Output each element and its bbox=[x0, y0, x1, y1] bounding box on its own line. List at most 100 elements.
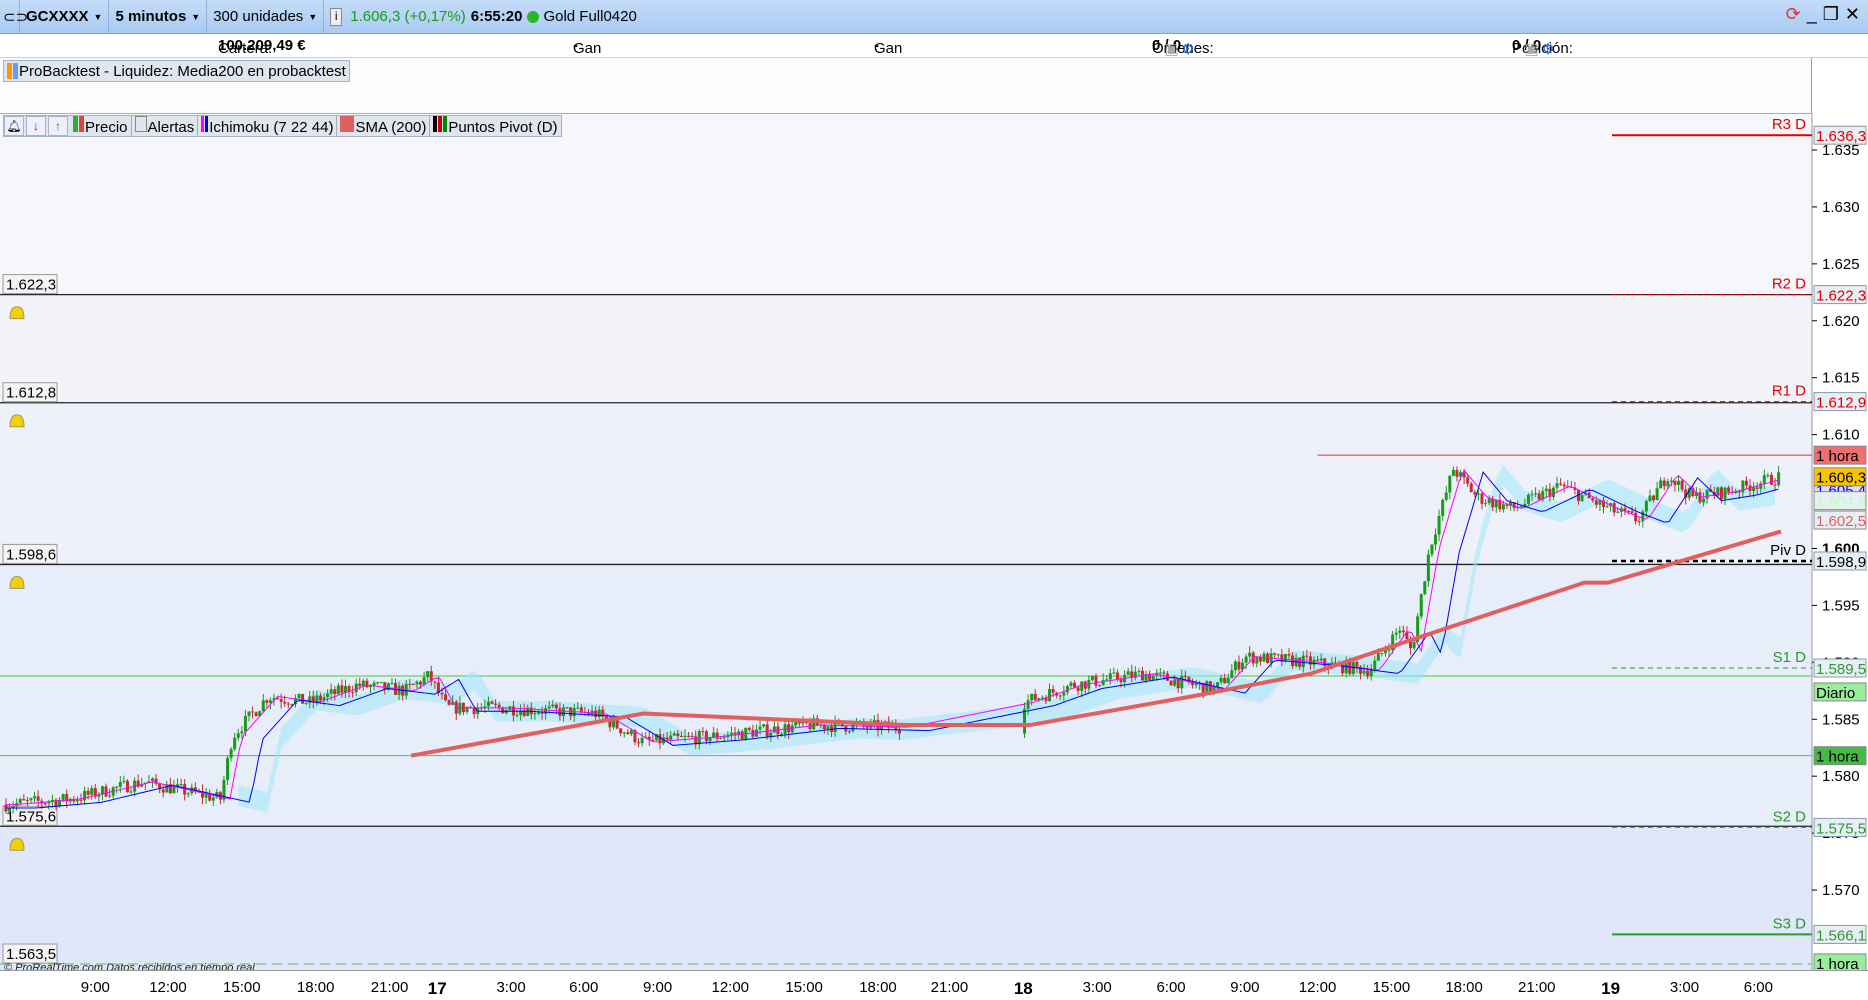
candle bbox=[440, 692, 444, 695]
candle bbox=[372, 682, 376, 686]
sell-arrow-icon[interactable]: ↓ bbox=[26, 116, 46, 136]
candle bbox=[665, 737, 669, 740]
candle bbox=[1305, 655, 1309, 657]
candle bbox=[415, 681, 419, 685]
candle bbox=[1580, 494, 1584, 501]
candle bbox=[1255, 657, 1259, 664]
alert-zone bbox=[0, 402, 1812, 565]
candle bbox=[433, 681, 437, 683]
candle bbox=[336, 685, 340, 695]
alert-zone bbox=[0, 826, 1812, 970]
candle bbox=[1233, 661, 1237, 671]
candle bbox=[1380, 653, 1384, 655]
candle bbox=[497, 704, 501, 708]
gear-icon[interactable]: ⚙ bbox=[1541, 40, 1554, 58]
candle bbox=[851, 723, 855, 732]
probacktest-tag[interactable]: ProBacktest - Liquidez: Media200 en prob… bbox=[3, 60, 350, 82]
buy-arrow-icon[interactable]: ↑ bbox=[48, 116, 68, 136]
candle bbox=[544, 708, 548, 714]
candle bbox=[8, 808, 12, 812]
time-tick-label: 15:00 bbox=[785, 979, 823, 996]
candle bbox=[1773, 484, 1777, 486]
price-chart[interactable]: 1.6351.6301.6251.6201.6151.6101.6001.595… bbox=[0, 114, 1868, 970]
candle bbox=[1137, 670, 1141, 672]
candle bbox=[1444, 492, 1448, 500]
candle bbox=[1476, 493, 1480, 495]
candle bbox=[1237, 661, 1241, 670]
pivot-label: R3 D bbox=[1772, 116, 1806, 133]
candle bbox=[1319, 658, 1323, 661]
candle bbox=[354, 683, 358, 693]
pivot-label: S1 D bbox=[1773, 649, 1807, 666]
candle bbox=[1065, 685, 1069, 693]
candle bbox=[1448, 475, 1452, 493]
candle bbox=[1398, 630, 1402, 633]
candle bbox=[1430, 544, 1434, 555]
candle bbox=[1480, 493, 1484, 504]
candle bbox=[419, 681, 423, 685]
candle bbox=[547, 706, 551, 709]
timeframe-select[interactable]: 5 minutos ▼ bbox=[109, 0, 208, 34]
time-tick-label: 6:00 bbox=[569, 979, 599, 996]
refresh-icon[interactable]: ⟳ bbox=[1786, 4, 1801, 25]
candle bbox=[18, 799, 22, 804]
close-icon[interactable]: ✕ bbox=[1845, 4, 1860, 25]
candle bbox=[515, 715, 519, 717]
time-tick-label: 19 bbox=[1601, 979, 1621, 998]
candle bbox=[25, 800, 29, 802]
candle bbox=[1387, 649, 1391, 651]
candle bbox=[561, 707, 565, 717]
legend-alertas[interactable]: Alertas bbox=[132, 116, 199, 136]
candle bbox=[679, 736, 683, 738]
candle bbox=[1466, 477, 1470, 484]
candle bbox=[626, 732, 630, 735]
candle bbox=[558, 708, 562, 717]
time-axis[interactable]: 9:00 12:00 15:00 18:00 21:00 17 3:00 6:00 9:00 12… bbox=[0, 970, 1868, 1000]
legend-precio[interactable]: Precio bbox=[70, 116, 132, 136]
candle bbox=[1226, 677, 1230, 684]
time-tick-label: 6:00 bbox=[1743, 979, 1773, 996]
info-icon[interactable]: i bbox=[330, 7, 343, 26]
candle bbox=[1373, 660, 1377, 671]
candle bbox=[669, 735, 673, 740]
candle bbox=[179, 784, 183, 786]
candle bbox=[243, 716, 247, 732]
gear-icon[interactable]: ⚙ bbox=[1181, 40, 1194, 58]
candle bbox=[1426, 554, 1430, 582]
cancel-orders-icon[interactable]: ▣ bbox=[1165, 40, 1179, 58]
candle bbox=[683, 735, 687, 737]
candle bbox=[579, 707, 583, 712]
symbol-select[interactable]: GCXXXX ▼ bbox=[20, 0, 110, 34]
candle bbox=[251, 711, 255, 713]
legend-ichimoku[interactable]: Ichimoku (7 22 44) bbox=[198, 116, 338, 136]
candle bbox=[1394, 632, 1398, 635]
candle bbox=[33, 796, 37, 799]
time-tick-label: 12:00 bbox=[711, 979, 750, 996]
candle bbox=[1126, 671, 1130, 675]
legend-pivot[interactable]: Puntos Pivot (D) bbox=[430, 116, 560, 136]
candle bbox=[1423, 581, 1427, 595]
units-select[interactable]: 300 unidades ▼ bbox=[207, 0, 325, 34]
probacktest-label: ProBacktest - Liquidez: Media200 en prob… bbox=[19, 62, 346, 80]
candle bbox=[747, 727, 751, 730]
bell-icon[interactable]: 🔔︎ bbox=[4, 116, 24, 136]
candle bbox=[490, 701, 494, 704]
link-icon[interactable]: ⊂⊃ bbox=[0, 0, 28, 34]
candle bbox=[351, 692, 355, 694]
minimize-icon[interactable]: _ bbox=[1807, 4, 1817, 25]
legend-sma[interactable]: SMA (200) bbox=[337, 116, 431, 136]
restore-icon[interactable]: ❐ bbox=[1823, 4, 1839, 25]
units: 300 unidades bbox=[213, 8, 304, 25]
candle bbox=[847, 731, 851, 733]
candle bbox=[358, 683, 362, 687]
candle bbox=[737, 731, 741, 735]
candle bbox=[533, 713, 537, 715]
candle bbox=[733, 732, 737, 735]
close-position-icon[interactable]: ▣ bbox=[1525, 40, 1539, 58]
candle bbox=[297, 693, 301, 699]
candle bbox=[129, 791, 133, 793]
price-tick-label: 1.620 bbox=[1822, 313, 1860, 330]
candle bbox=[826, 726, 830, 730]
candle bbox=[1484, 503, 1488, 505]
candle bbox=[1362, 670, 1366, 674]
